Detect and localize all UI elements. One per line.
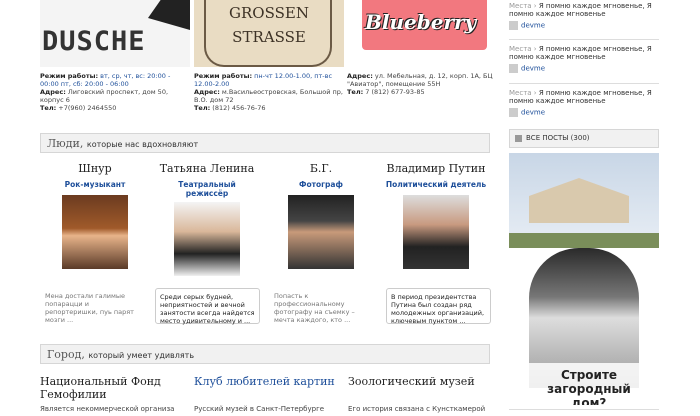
place-logo-line2: STRASSE bbox=[232, 28, 306, 46]
post-category[interactable]: Места bbox=[509, 45, 532, 53]
city-item-title[interactable]: Зоологический музей bbox=[348, 375, 493, 388]
address-label: Адрес: bbox=[194, 88, 220, 96]
place-logo-text: Blueberry bbox=[365, 10, 477, 34]
place-logo-text: DUSCHE bbox=[42, 26, 146, 57]
place-card: Blueberry Адрес: ул. Мебельная, д. 12, к… bbox=[347, 0, 497, 96]
post-category[interactable]: Места bbox=[509, 89, 532, 97]
phone-value: (812) 456-76-76 bbox=[212, 104, 266, 112]
user-avatar-icon bbox=[509, 108, 518, 117]
address-label: Адрес: bbox=[40, 88, 66, 96]
divider bbox=[509, 83, 659, 84]
city-section-header: Город, который умеет удивлять bbox=[40, 344, 490, 364]
address-label: Адрес: bbox=[347, 72, 373, 80]
user-avatar-icon bbox=[509, 21, 518, 30]
person-photo[interactable] bbox=[62, 195, 128, 269]
city-item-desc: Является некоммерческой организа bbox=[40, 405, 175, 413]
phone-label: Тел: bbox=[194, 104, 211, 112]
person-photo[interactable] bbox=[288, 195, 354, 269]
person-quote[interactable]: Попасть к профессиональному фотографу на… bbox=[270, 288, 375, 324]
person-role[interactable]: Фотограф bbox=[266, 180, 376, 189]
hours-label: Режим работы: bbox=[40, 72, 99, 80]
section-title: Люди, bbox=[47, 137, 84, 150]
person-name[interactable]: Б.Г. bbox=[266, 162, 376, 175]
city-item-title[interactable]: Клуб любителей картин bbox=[194, 375, 339, 388]
place-logo-dusche[interactable]: DUSCHE bbox=[40, 0, 190, 67]
section-subtitle: которые нас вдохновляют bbox=[86, 140, 199, 149]
place-logo-line1: GROSSEN bbox=[229, 4, 309, 22]
city-item-desc: Русский музей в Санкт-Петербурге bbox=[194, 405, 325, 413]
person-photo[interactable] bbox=[174, 202, 240, 276]
section-subtitle: который умеет удивлять bbox=[88, 351, 195, 360]
person-photo[interactable] bbox=[403, 195, 469, 269]
person-role[interactable]: Политический деятель bbox=[381, 180, 491, 189]
person-quote[interactable]: В период президентства Путина был создан… bbox=[386, 288, 491, 325]
person-name[interactable]: Татьяна Ленина bbox=[152, 162, 262, 175]
sidebar-post[interactable]: Места › Я помню каждое мгновенье, Я помн… bbox=[509, 45, 659, 73]
phone-value: 7 (812) 677-93-85 bbox=[365, 88, 425, 96]
city-item-title[interactable]: Национальный Фонд Гемофилии bbox=[40, 375, 185, 401]
city-item-desc: Его история связана с Кунсткамерой bbox=[348, 405, 486, 413]
ad-text[interactable]: Строите загородный дом? bbox=[529, 368, 649, 405]
all-posts-button[interactable]: ВСЕ ПОСТЫ (300) bbox=[509, 129, 659, 148]
people-section-header: Люди, которые нас вдохновляют bbox=[40, 133, 490, 153]
person-role[interactable]: Театральный режиссёр bbox=[172, 180, 242, 198]
phone-label: Тел: bbox=[347, 88, 364, 96]
place-card: GROSSEN STRASSE Режим работы: пн-чт 12.0… bbox=[194, 0, 344, 112]
place-logo-grossen-strasse[interactable]: GROSSEN STRASSE bbox=[194, 0, 344, 67]
person-card[interactable]: Татьяна Ленина Театральный режиссёр bbox=[152, 162, 262, 276]
person-quote[interactable]: Среди серых будней, неприятностей и вечн… bbox=[155, 288, 260, 325]
phone-value: +7(960) 2464550 bbox=[58, 104, 117, 112]
all-posts-label: ВСЕ ПОСТЫ (300) bbox=[526, 134, 590, 142]
list-icon bbox=[515, 135, 522, 142]
person-card[interactable]: Владимир Путин Политический деятель bbox=[381, 162, 491, 269]
post-category[interactable]: Места bbox=[509, 2, 532, 10]
user-avatar-icon bbox=[509, 64, 518, 73]
sidebar-post[interactable]: Места › Я помню каждое мгновенье, Я помн… bbox=[509, 89, 659, 117]
hours-label: Режим работы: bbox=[194, 72, 253, 80]
post-user[interactable]: devme bbox=[521, 109, 545, 117]
person-quote[interactable]: Мена достали галимые попарацци и репорте… bbox=[41, 288, 146, 324]
sidebar-ad[interactable]: Строите загородный дом? bbox=[509, 153, 659, 405]
post-user[interactable]: devme bbox=[521, 65, 545, 73]
divider bbox=[509, 39, 659, 40]
person-card[interactable]: Б.Г. Фотограф bbox=[266, 162, 376, 269]
person-name[interactable]: Шнур bbox=[40, 162, 150, 175]
section-title: Город, bbox=[47, 348, 85, 361]
post-user[interactable]: devme bbox=[521, 22, 545, 30]
place-card: DUSCHE Режим работы: вт, ср, чт, вс: 20:… bbox=[40, 0, 190, 112]
person-role[interactable]: Рок-музыкант bbox=[40, 180, 150, 189]
person-card[interactable]: Шнур Рок-музыкант bbox=[40, 162, 150, 269]
sidebar-post[interactable]: Места › Я помню каждое мгновенье, Я помн… bbox=[509, 2, 659, 30]
person-name[interactable]: Владимир Путин bbox=[381, 162, 491, 175]
phone-label: Тел: bbox=[40, 104, 57, 112]
place-logo-blueberry[interactable]: Blueberry bbox=[347, 0, 497, 67]
divider bbox=[509, 409, 659, 410]
